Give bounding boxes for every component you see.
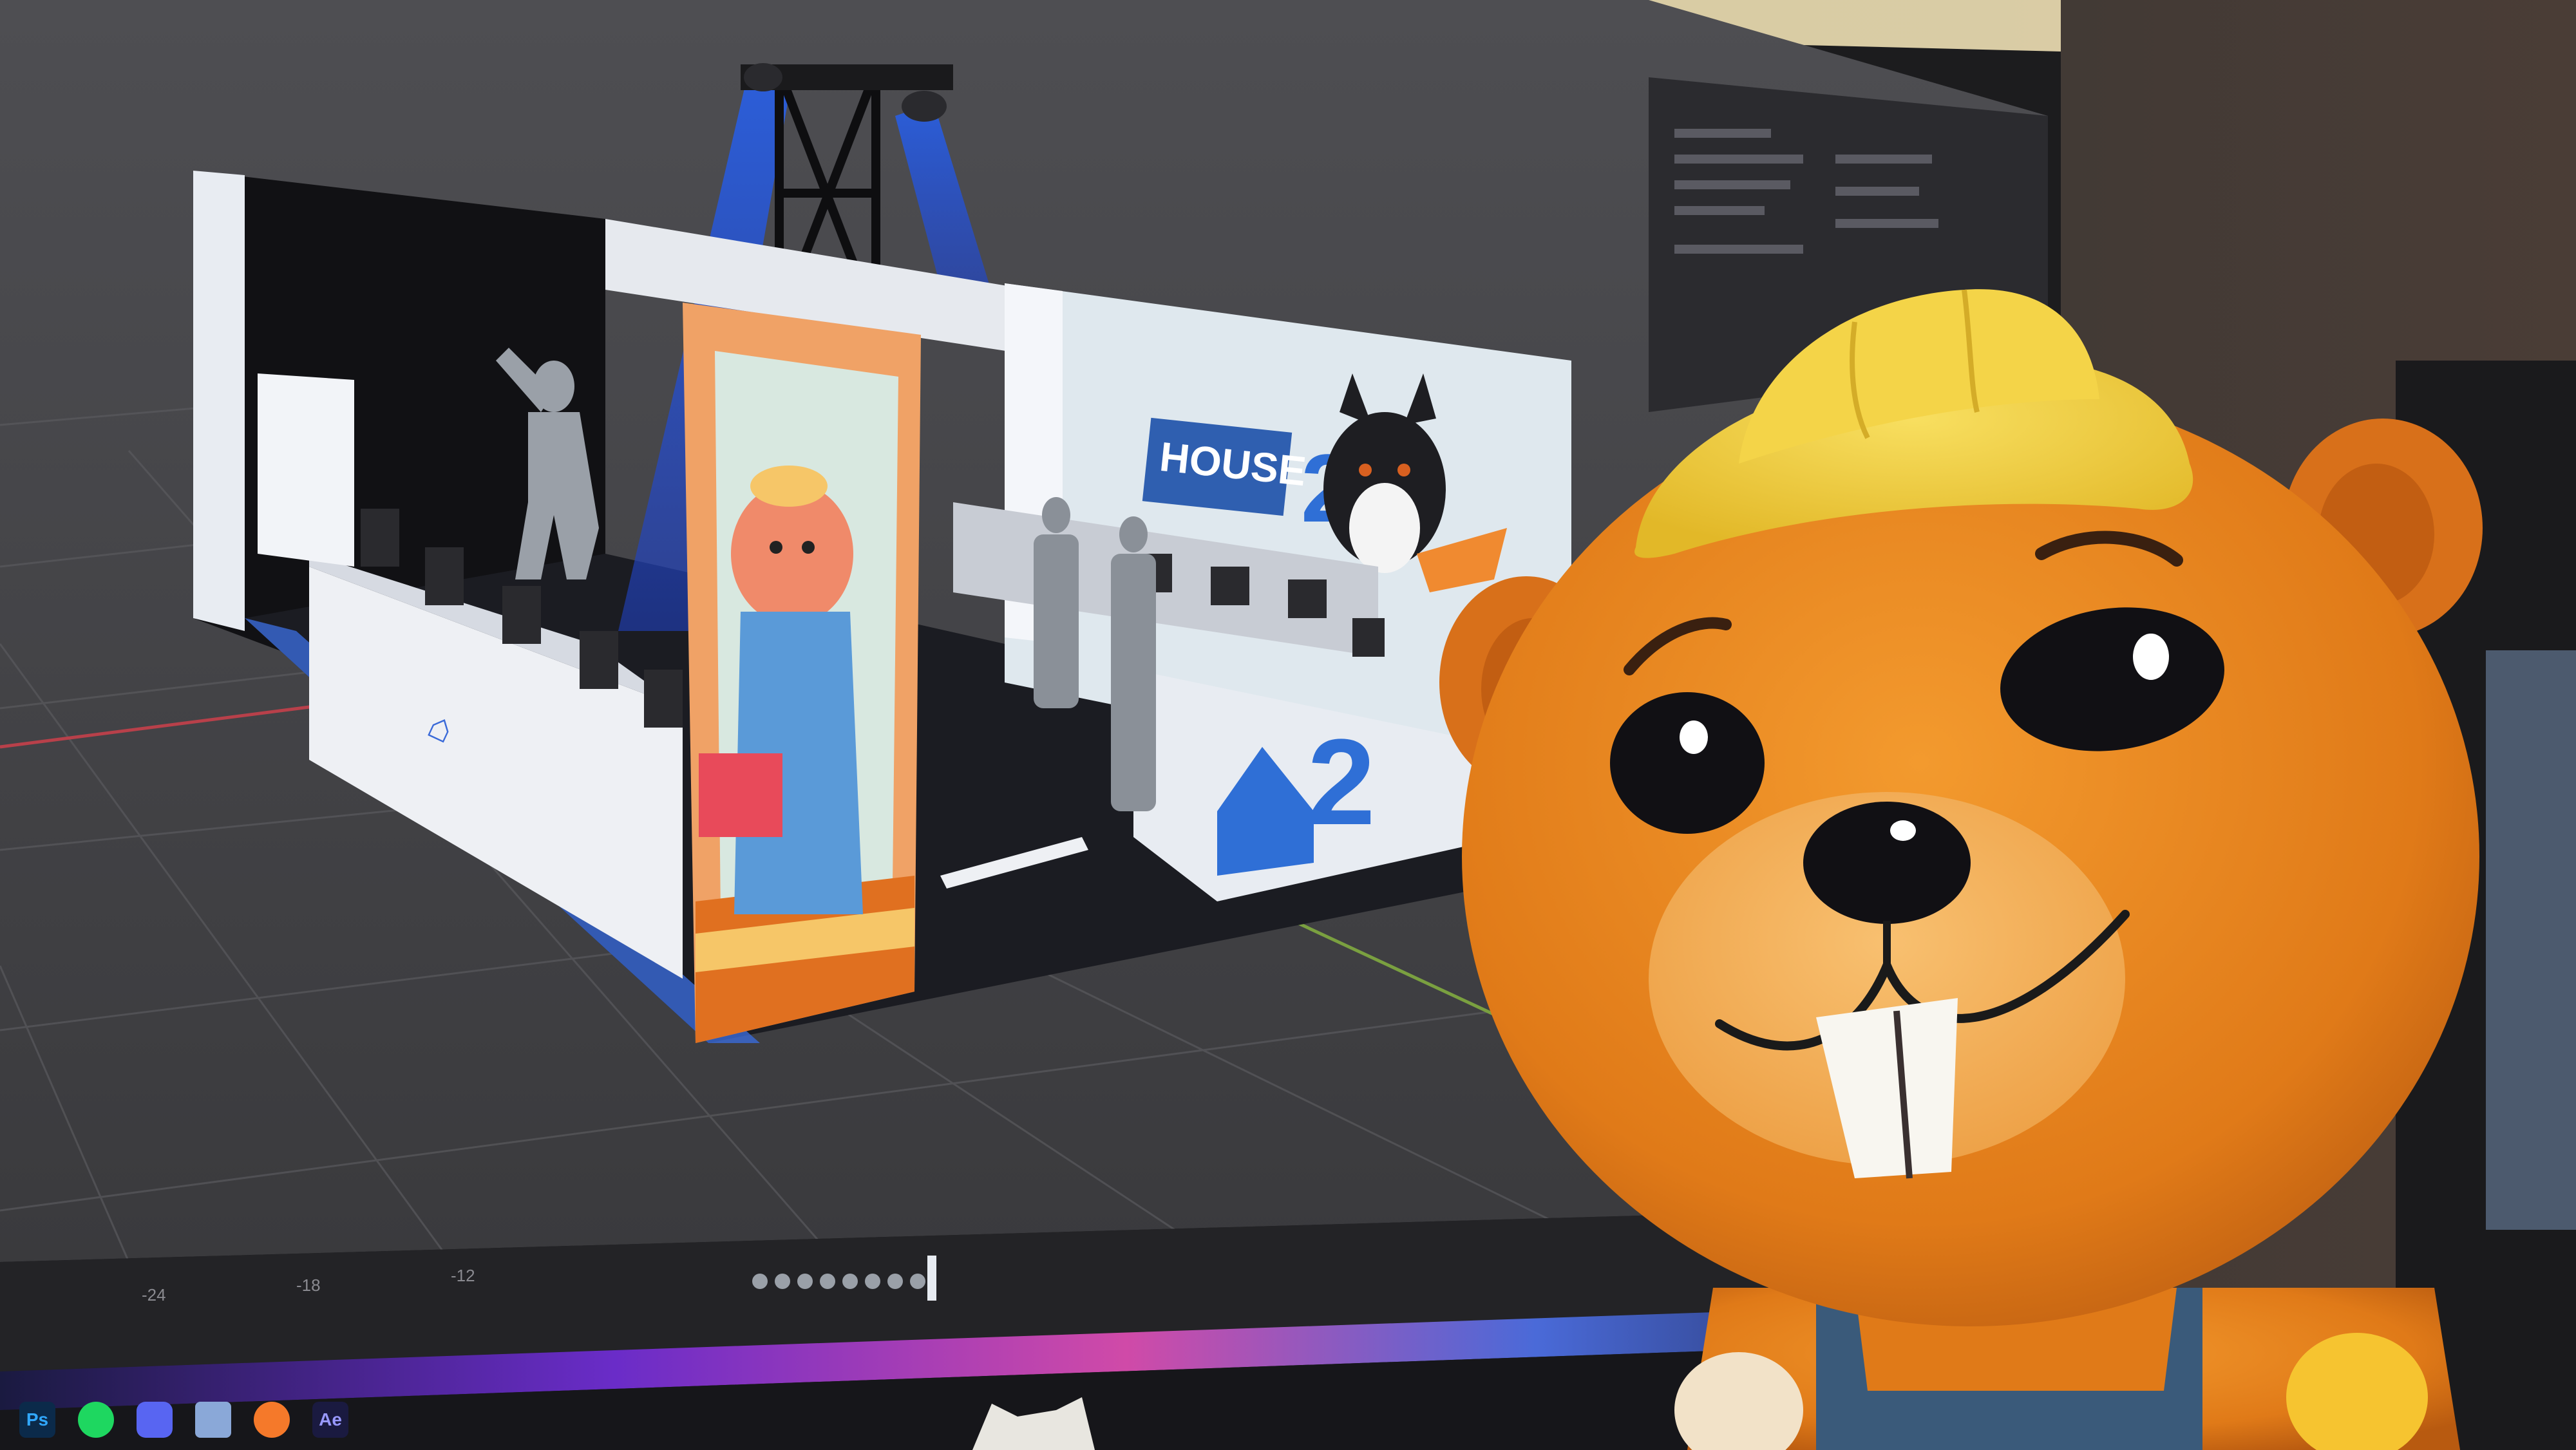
photoshop-icon-label: Ps — [26, 1409, 49, 1429]
photo-scene: ⌂ HOUSE 2 -24 -18 -12 Ps Ae — [0, 0, 2576, 1450]
discord-icon[interactable] — [137, 1402, 173, 1438]
after-effects-icon-label: Ae — [319, 1409, 342, 1429]
timeline-label-1: -24 — [142, 1285, 166, 1304]
spotify-icon[interactable] — [78, 1402, 114, 1438]
truss-light-left — [744, 63, 782, 91]
booth-left-wall-edge — [193, 171, 245, 631]
counter-logo-number: 2 — [1307, 714, 1376, 851]
timeline-label-2: -18 — [296, 1276, 321, 1295]
after-effects-icon[interactable]: Ae — [312, 1402, 348, 1438]
taskbar-icons: Ps Ae — [19, 1397, 406, 1442]
photoshop-icon[interactable]: Ps — [19, 1402, 55, 1438]
blender-icon[interactable] — [254, 1402, 290, 1438]
photo-svg: ⌂ HOUSE 2 -24 -18 -12 — [0, 0, 2576, 1450]
files-icon[interactable] — [195, 1402, 231, 1438]
plush-nose — [1803, 802, 1971, 924]
truss-light-right — [902, 91, 947, 122]
plush-eye-left-highlight — [1680, 720, 1708, 754]
timeline-playhead — [927, 1256, 936, 1301]
plush-nose-highlight — [1890, 820, 1916, 841]
second-monitor-screen — [2486, 650, 2576, 1230]
booth-pillar — [258, 373, 354, 567]
plush-eye-right-highlight — [2133, 634, 2169, 680]
plush-eye-left — [1610, 692, 1765, 834]
timeline-label-3: -12 — [451, 1266, 475, 1285]
